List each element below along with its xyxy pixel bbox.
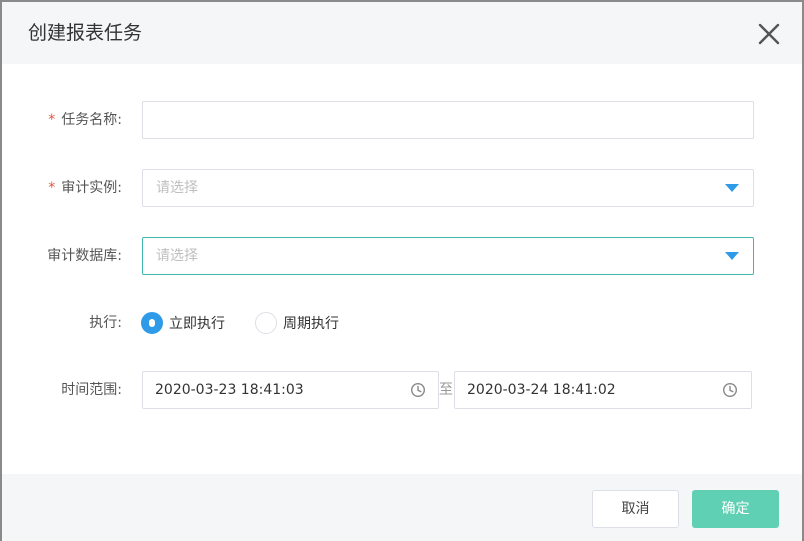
caret-down-icon[interactable] [725, 252, 739, 260]
audit-database-row: 审计数据库: 请选择 [2, 237, 802, 275]
radio-immediate-circle[interactable] [141, 312, 163, 334]
radio-periodic[interactable]: 周期执行 [255, 304, 339, 342]
confirm-button[interactable]: 确定 [692, 490, 779, 528]
task-name-input[interactable] [142, 101, 754, 139]
audit-database-select[interactable]: 请选择 [142, 237, 754, 275]
task-name-label: * 任务名称: [48, 112, 122, 128]
required-mark: * [48, 180, 56, 196]
execute-label: 执行: [89, 315, 122, 331]
radio-immediate[interactable]: 立即执行 [141, 304, 225, 342]
radio-immediate-label: 立即执行 [169, 316, 225, 332]
start-time-value: 2020-03-23 18:41:03 [155, 382, 304, 398]
clock-icon[interactable] [410, 382, 426, 398]
close-icon[interactable] [754, 19, 784, 49]
task-name-row: * 任务名称: [2, 101, 802, 139]
end-time-input[interactable]: 2020-03-24 18:41:02 [454, 371, 752, 409]
execute-row: 执行: 立即执行 周期执行 [2, 304, 802, 342]
dialog-header: 创建报表任务 [2, 2, 802, 64]
caret-down-icon[interactable] [725, 184, 739, 192]
audit-instance-placeholder: 请选择 [156, 180, 198, 196]
radio-periodic-circle[interactable] [255, 312, 277, 334]
time-range-label: 时间范围: [61, 382, 122, 398]
radio-periodic-label: 周期执行 [283, 316, 339, 332]
clock-icon[interactable] [722, 382, 738, 398]
audit-database-label: 审计数据库: [47, 248, 122, 264]
audit-instance-label: * 审计实例: [48, 180, 122, 196]
create-report-task-dialog: 创建报表任务 * 任务名称: * 审计实例: 请选择 审计数据库: 请选择 执行: [0, 0, 804, 541]
end-time-value: 2020-03-24 18:41:02 [467, 382, 616, 398]
audit-instance-row: * 审计实例: 请选择 [2, 169, 802, 207]
dialog-title: 创建报表任务 [28, 22, 143, 44]
cancel-button[interactable]: 取消 [592, 490, 679, 528]
range-separator: 至 [439, 382, 453, 398]
audit-instance-select[interactable]: 请选择 [142, 169, 754, 207]
audit-database-placeholder: 请选择 [156, 248, 198, 264]
required-mark: * [48, 112, 56, 128]
dialog-footer: 取消 确定 [2, 474, 802, 541]
start-time-input[interactable]: 2020-03-23 18:41:03 [142, 371, 439, 409]
time-range-row: 时间范围: 2020-03-23 18:41:03 至 2020-03-24 1… [2, 371, 802, 409]
